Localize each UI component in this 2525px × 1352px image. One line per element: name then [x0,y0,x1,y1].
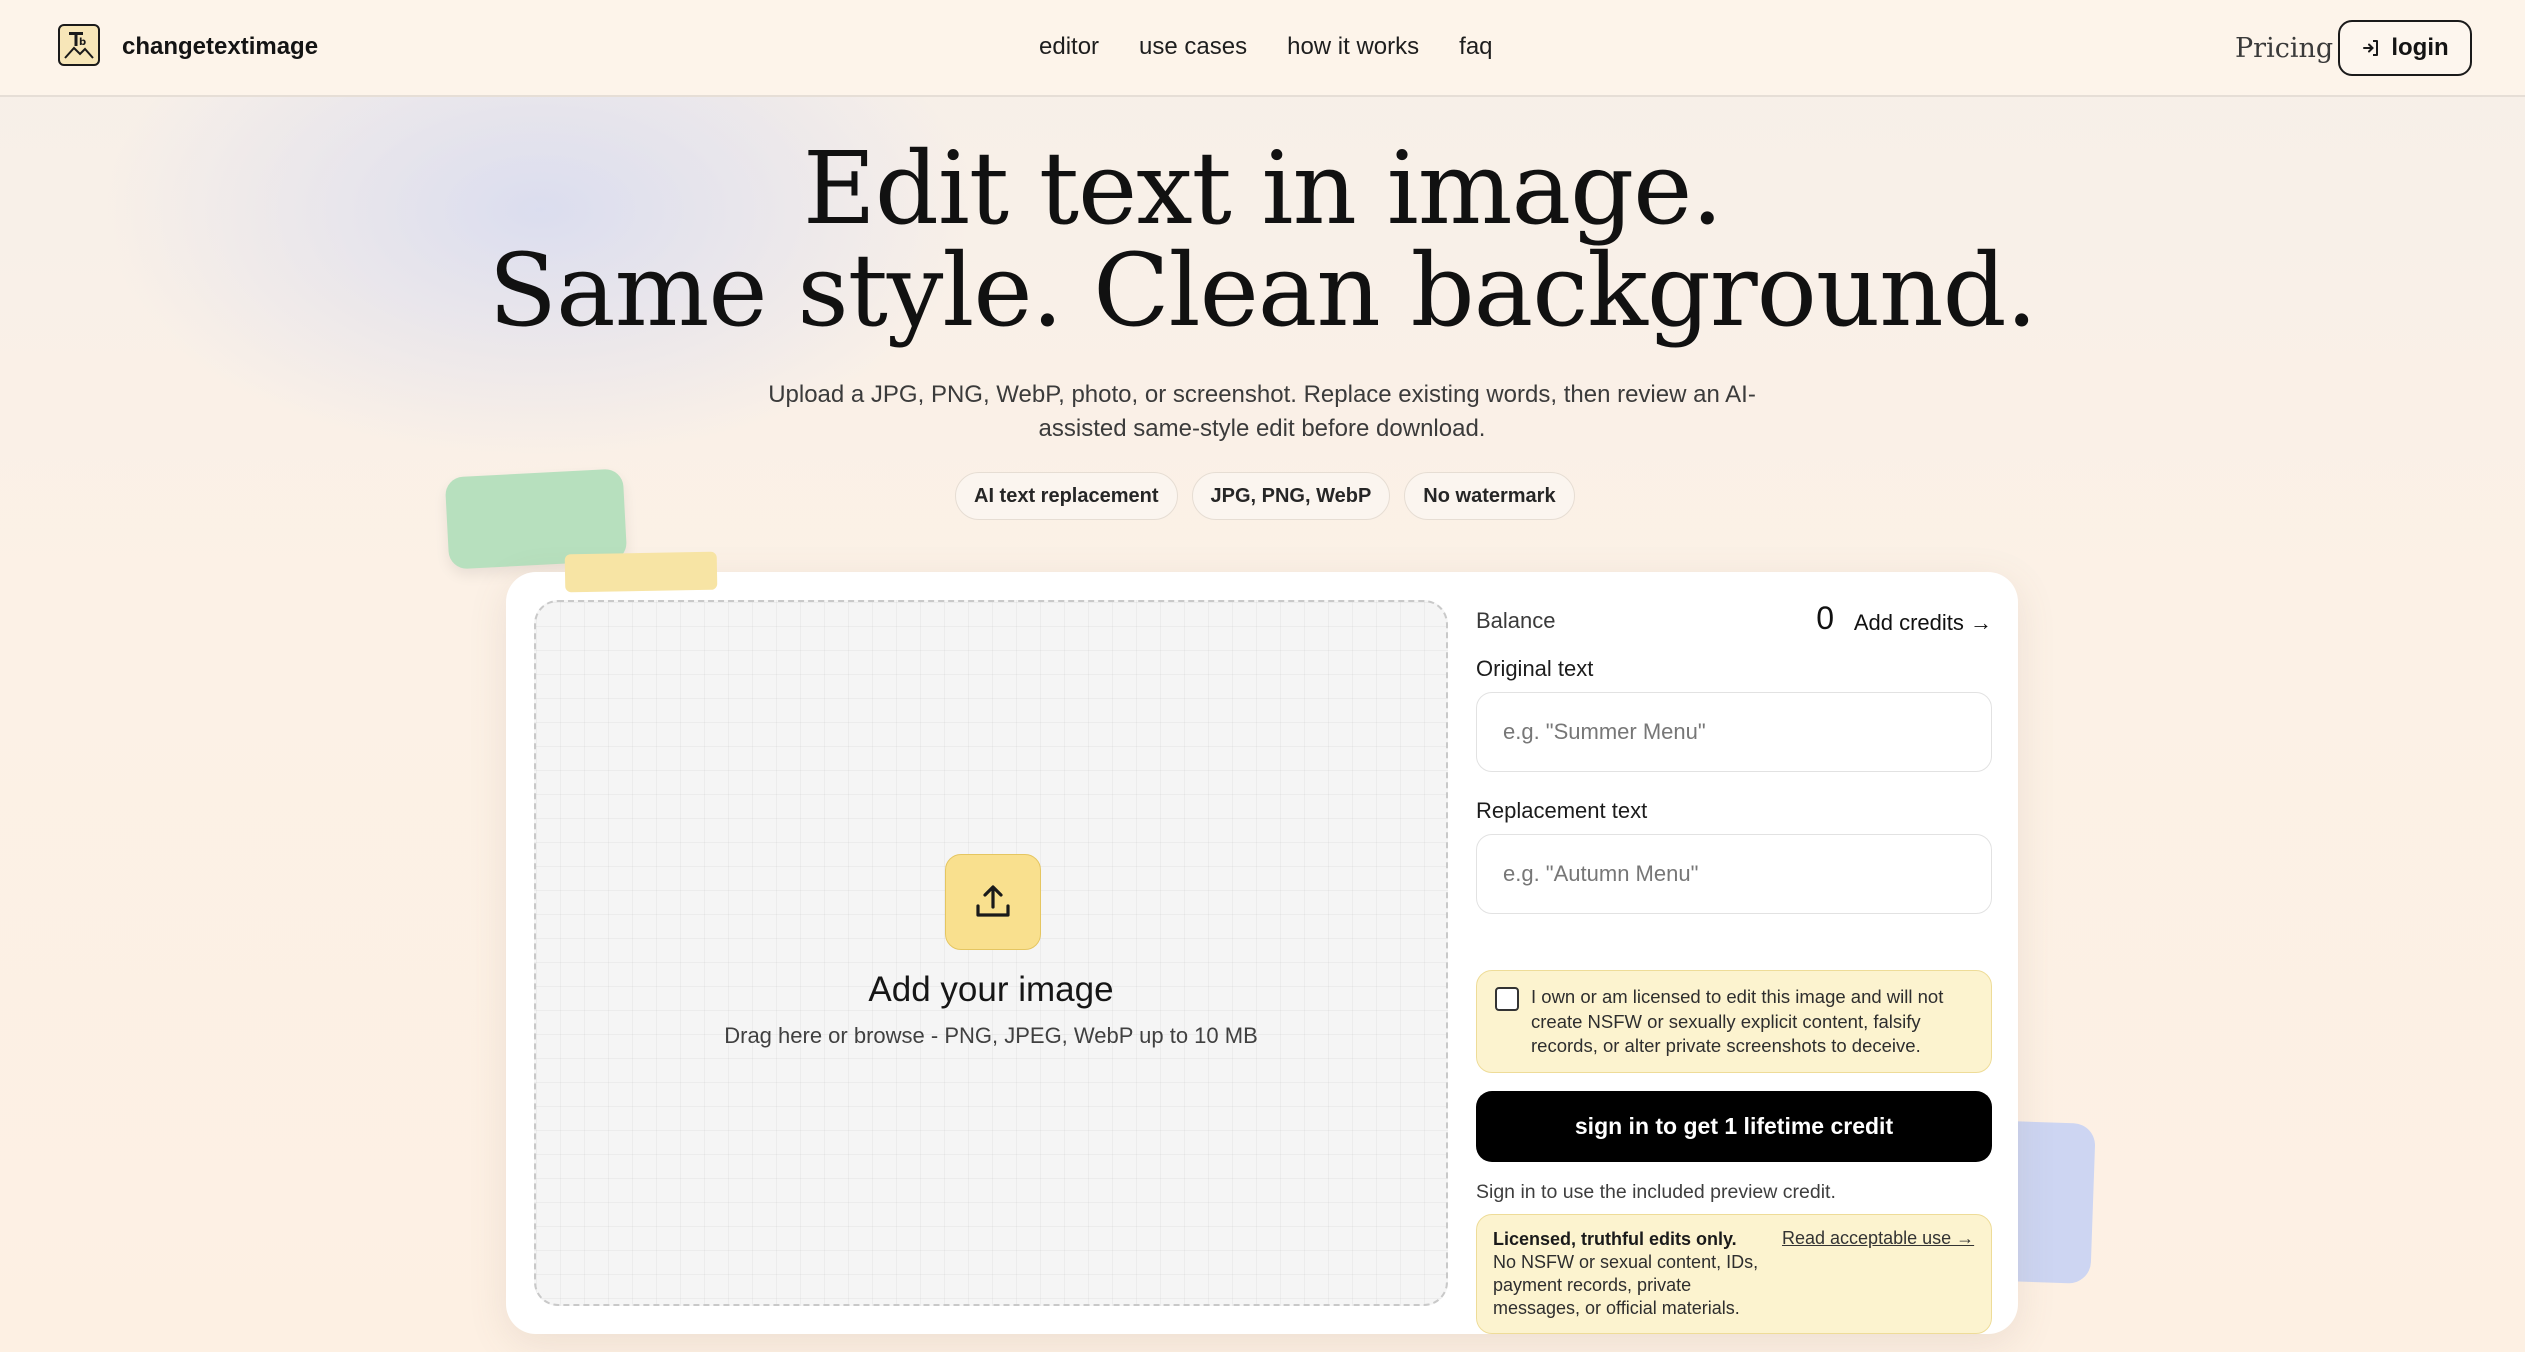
login-arrow-icon [2363,40,2379,56]
main-nav: editor use cases how it works faq [1039,33,1533,61]
upload-icon[interactable] [945,854,1041,950]
chip-no-watermark: No watermark [1404,472,1575,520]
chip-ai-text-replacement: AI text replacement [955,472,1178,520]
acceptable-use-link[interactable]: Read acceptable use → [1782,1228,1974,1249]
balance-value: 0 [1816,600,1834,636]
login-label: login [2391,34,2449,61]
hero-title-line-2: Same style. Clean background. [488,232,2037,349]
logo-icon[interactable]: b [58,24,100,66]
feature-chips: AI text replacement JPG, PNG, WebP No wa… [955,472,1575,520]
original-text-input[interactable] [1476,692,1992,772]
nav-item-editor[interactable]: editor [1039,33,1099,61]
brand-name[interactable]: changetextimage [122,33,318,61]
consent-text: I own or am licensed to edit this image … [1531,986,1944,1056]
balance-row: Balance 0 Add credits → [1476,600,1992,640]
policy-body: No NSFW or sexual content, IDs, payment … [1493,1252,1759,1318]
editor-card: Add your image Drag here or browse - PNG… [506,572,2018,1334]
chip-formats: JPG, PNG, WebP [1191,472,1391,520]
dropzone-subtitle: Drag here or browse - PNG, JPEG, WebP up… [724,1023,1258,1048]
hero-title: Edit text in image. Same style. Clean ba… [0,138,2525,342]
sign-in-note: Sign in to use the included preview cred… [1476,1181,1836,1203]
policy-bold: Licensed, truthful edits only. [1493,1229,1737,1249]
add-credits-link[interactable]: Add credits → [1854,610,1992,636]
consent-checkbox[interactable] [1495,987,1519,1011]
hero-title-line-1: Edit text in image. [802,130,1723,247]
consent-notice: I own or am licensed to edit this image … [1476,970,1992,1073]
replacement-text-input[interactable] [1476,834,1992,914]
sign-in-button[interactable]: sign in to get 1 lifetime credit [1476,1091,1992,1162]
nav-item-how-it-works[interactable]: how it works [1287,33,1419,61]
login-button[interactable]: login [2338,20,2472,76]
top-navbar: b changetextimage editor use cases how i… [0,0,2525,97]
original-text-label: Original text [1476,656,1594,681]
nav-item-faq[interactable]: faq [1459,33,1492,61]
nav-item-use-cases[interactable]: use cases [1139,33,1247,61]
image-dropzone[interactable]: Add your image Drag here or browse - PNG… [534,600,1448,1306]
pricing-link[interactable]: Pricing [2235,33,2333,64]
replacement-text-label: Replacement text [1476,798,1648,823]
policy-notice: Licensed, truthful edits only. No NSFW o… [1476,1214,1992,1334]
decorative-yellow-shape [564,551,718,593]
svg-text:b: b [79,37,86,48]
policy-text: Licensed, truthful edits only. No NSFW o… [1493,1228,1763,1320]
hero-subtitle: Upload a JPG, PNG, WebP, photo, or scree… [768,381,1756,442]
balance-label: Balance [1476,608,1556,633]
dropzone-title: Add your image [868,970,1114,1009]
